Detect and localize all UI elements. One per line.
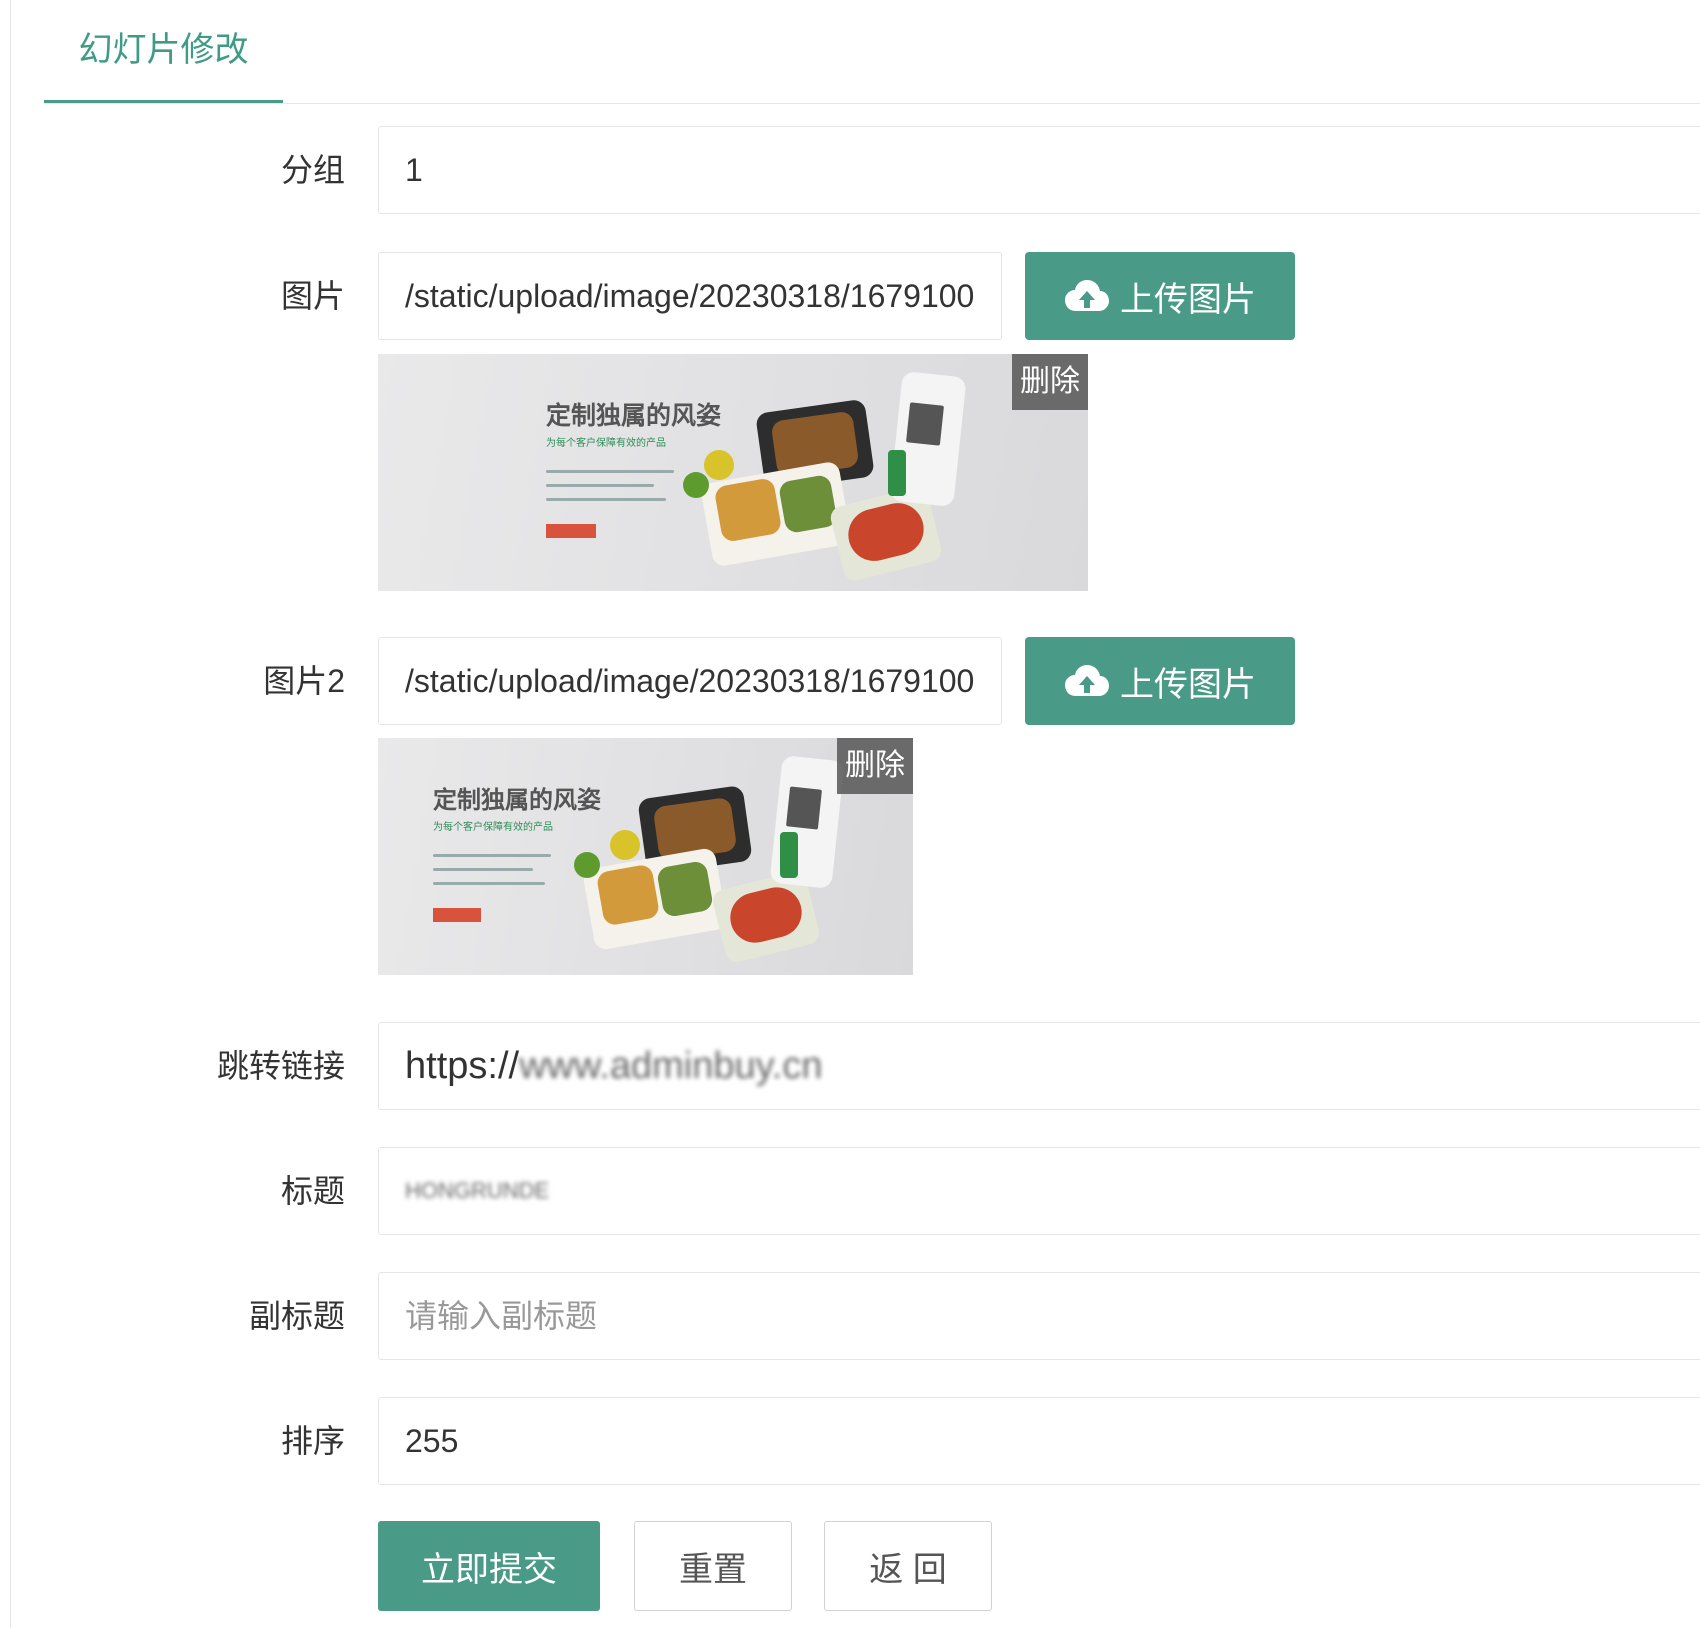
banner2-subline: 为每个客户保障有效的产品 bbox=[433, 822, 553, 833]
banner2-food-greens bbox=[656, 860, 714, 918]
image2-path-value: /static/upload/image/20230318/1679100 bbox=[405, 663, 975, 699]
banner2-food-rice bbox=[595, 863, 661, 927]
link-label: 跳转链接 bbox=[216, 1048, 345, 1084]
link-input[interactable]: https://www.adminbuy.cn bbox=[378, 1022, 1700, 1110]
banner-lemon bbox=[704, 450, 734, 480]
link-input-obscured: www.adminbuy.cn bbox=[519, 1045, 823, 1087]
sort-label: 排序 bbox=[280, 1423, 345, 1459]
banner-subline: 为每个客户保障有效的产品 bbox=[546, 438, 666, 449]
title-input-obscured: HONGRUNDE bbox=[405, 1178, 550, 1203]
cloud-upload-icon bbox=[1064, 279, 1110, 313]
banner-lime bbox=[683, 472, 709, 498]
image-preview: 定制独属的风姿 为每个客户保障有效的产品 bbox=[378, 354, 1088, 591]
banner2-lemon bbox=[610, 830, 640, 860]
reset-button[interactable]: 重置 bbox=[634, 1521, 792, 1611]
tab-bar: 幻灯片修改 bbox=[44, 0, 1700, 104]
banner2-lime bbox=[574, 852, 600, 878]
subtitle-placeholder: 请输入副标题 bbox=[405, 1298, 598, 1334]
banner-can bbox=[888, 450, 906, 496]
image-delete-button[interactable]: 删除 bbox=[1012, 354, 1088, 410]
group-label: 分组 bbox=[280, 152, 345, 188]
image2-preview: 定制独属的风姿 为每个客户保障有效的产品 bbox=[378, 738, 913, 975]
image2-path-input[interactable]: /static/upload/image/20230318/1679100 bbox=[378, 637, 1002, 725]
sort-input-value: 255 bbox=[405, 1423, 459, 1459]
banner2-cta bbox=[433, 908, 481, 922]
cloud-upload-icon bbox=[1064, 664, 1110, 698]
title-input[interactable]: HONGRUNDE bbox=[378, 1147, 1700, 1235]
banner-food-rice bbox=[713, 477, 783, 543]
image-upload-button[interactable]: 上传图片 bbox=[1025, 252, 1295, 340]
subtitle-input[interactable]: 请输入副标题 bbox=[378, 1272, 1700, 1360]
image-path-value: /static/upload/image/20230318/1679100 bbox=[405, 278, 975, 314]
subtitle-label: 副标题 bbox=[248, 1298, 345, 1334]
banner2-headline: 定制独属的风姿 bbox=[433, 786, 601, 814]
banner2-can bbox=[780, 832, 798, 878]
title-label: 标题 bbox=[280, 1173, 345, 1209]
link-input-prefix: https:// bbox=[405, 1045, 520, 1087]
image2-upload-button[interactable]: 上传图片 bbox=[1025, 637, 1295, 725]
image2-delete-button[interactable]: 删除 bbox=[837, 738, 913, 794]
banner-cta bbox=[546, 524, 596, 538]
image2-label: 图片2 bbox=[263, 663, 345, 699]
submit-button[interactable]: 立即提交 bbox=[378, 1521, 600, 1611]
group-input[interactable]: 1 bbox=[378, 126, 1700, 214]
tab-slide-edit[interactable]: 幻灯片修改 bbox=[44, 0, 283, 103]
back-button[interactable]: 返 回 bbox=[824, 1521, 992, 1611]
image-label: 图片 bbox=[280, 278, 345, 314]
page-left-border bbox=[10, 0, 11, 1628]
banner-headline: 定制独属的风姿 bbox=[546, 401, 722, 430]
image2-upload-label: 上传图片 bbox=[1120, 665, 1256, 704]
group-input-value: 1 bbox=[405, 152, 423, 188]
banner-food-greens bbox=[777, 473, 839, 535]
image-path-input[interactable]: /static/upload/image/20230318/1679100 bbox=[378, 252, 1002, 340]
banner-bag-print bbox=[906, 402, 944, 446]
banner2-bag-print bbox=[785, 786, 823, 830]
sort-input[interactable]: 255 bbox=[378, 1397, 1700, 1485]
image-upload-label: 上传图片 bbox=[1120, 280, 1256, 319]
